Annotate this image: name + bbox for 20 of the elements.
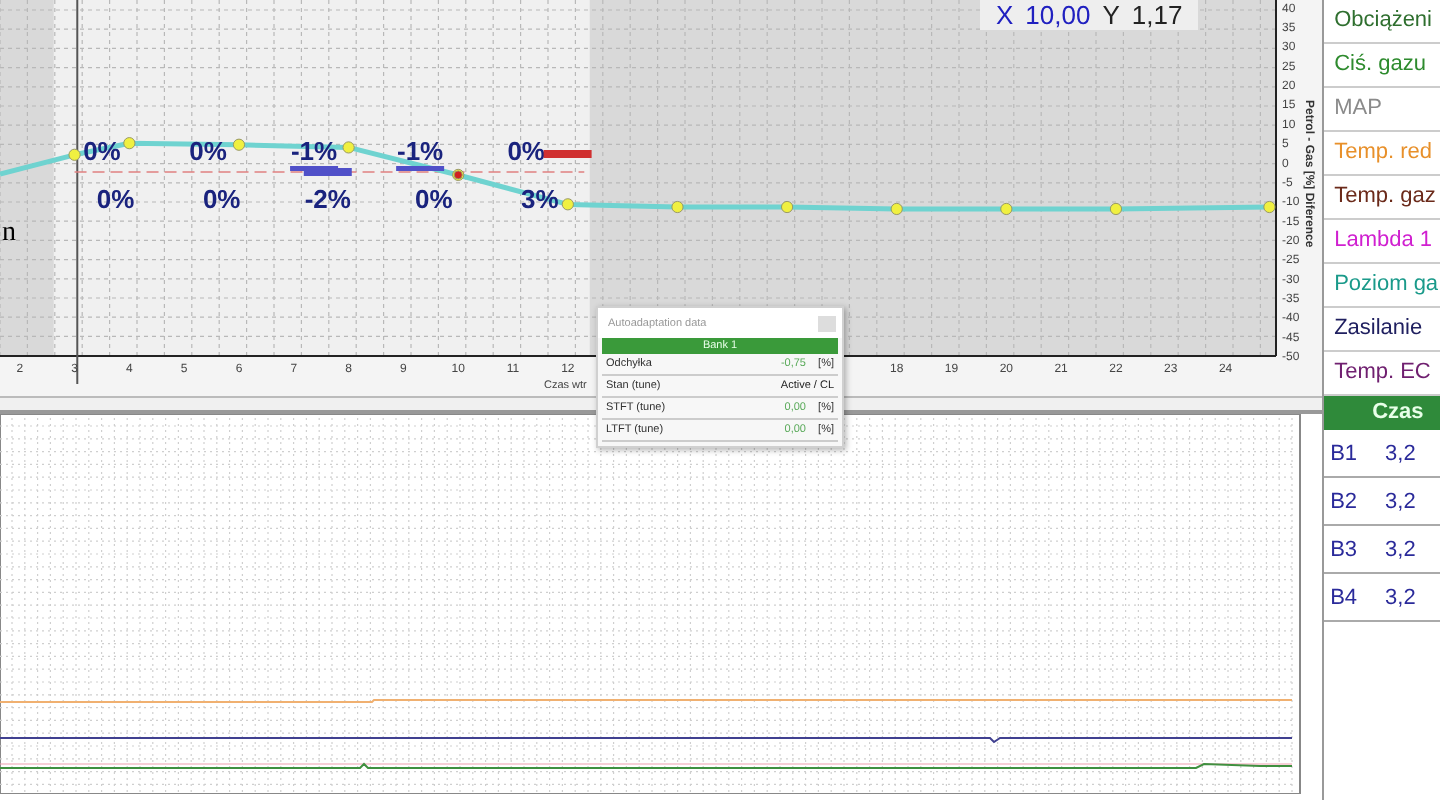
percent-label: 0%	[415, 184, 453, 214]
injector-label: B2	[1330, 489, 1358, 513]
injector-value: 3,2	[1385, 585, 1416, 609]
readout-value: 1,17	[1131, 0, 1183, 30]
injector-label: B1	[1330, 441, 1358, 465]
injector-label: B4	[1330, 585, 1358, 609]
percent-label: -2%	[304, 184, 351, 214]
percent-label: 0%	[202, 184, 241, 214]
percent-label: -1%	[397, 136, 444, 166]
percent-label: 0%	[507, 136, 545, 166]
injector-value: 3,2	[1385, 441, 1416, 465]
cut-off-text: n	[2, 218, 16, 248]
readout-label: Y	[1102, 0, 1120, 30]
injector-value: 3,2	[1385, 537, 1416, 561]
readout-value: 10,00	[1025, 0, 1091, 30]
readout-label: X	[996, 0, 1014, 30]
percent-label: 0%	[96, 184, 135, 214]
injector-value: 3,2	[1385, 489, 1416, 513]
injector-label: B3	[1330, 537, 1358, 561]
column-header: Czas	[1324, 396, 1440, 430]
